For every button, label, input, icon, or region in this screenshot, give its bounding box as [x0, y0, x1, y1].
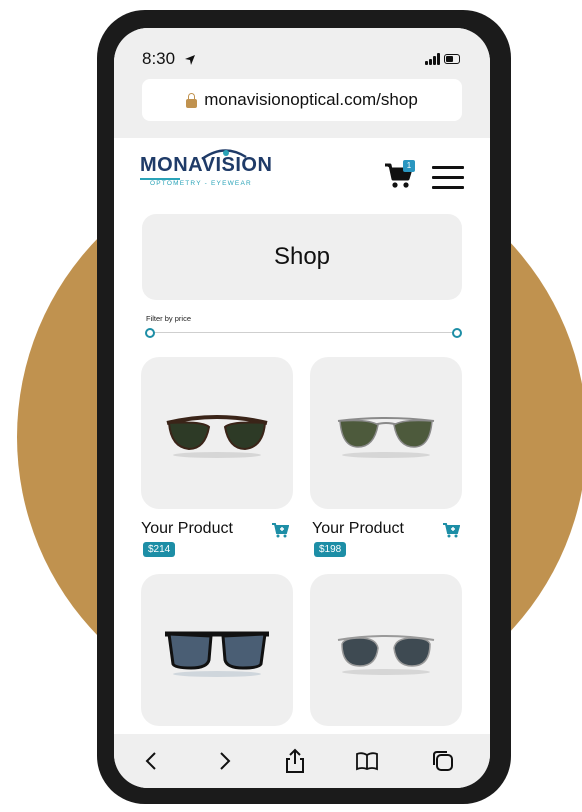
- logo-wordmark: MONAVISION: [140, 149, 272, 176]
- lock-icon: [186, 92, 198, 108]
- phone-screen: 8:30 monavisionoptical.com/shop MONAVISI…: [114, 28, 490, 788]
- share-icon: [286, 748, 304, 773]
- price-slider-track[interactable]: [149, 332, 458, 333]
- shop-banner: Shop: [142, 214, 462, 300]
- status-icons: [425, 53, 460, 65]
- back-icon: [145, 752, 156, 770]
- time-text: 8:30: [142, 49, 176, 68]
- product-card[interactable]: [141, 574, 293, 726]
- bookmarks-button[interactable]: [354, 748, 380, 774]
- status-time: 8:30: [142, 49, 196, 69]
- price-slider-min-handle[interactable]: [145, 328, 155, 338]
- cart-count-badge: 1: [403, 160, 415, 172]
- price-slider-max-handle[interactable]: [452, 328, 462, 338]
- menu-icon: [432, 166, 464, 189]
- filter-label: Filter by price: [146, 314, 192, 323]
- back-button[interactable]: [138, 748, 164, 774]
- location-arrow-icon: [184, 54, 195, 65]
- product-name[interactable]: Your Product: [312, 520, 404, 538]
- url-text: monavisionoptical.com/shop: [204, 90, 418, 109]
- product-price: $214: [143, 542, 176, 557]
- product-card[interactable]: [310, 574, 462, 726]
- product-image: [337, 417, 435, 458]
- product-price: $198: [314, 542, 347, 557]
- tabs-icon: [433, 751, 453, 771]
- product-image: [165, 631, 269, 677]
- logo[interactable]: MONAVISION OPTOMETRY - EYEWEAR: [140, 149, 272, 187]
- cart-button[interactable]: 1: [384, 160, 415, 189]
- logo-eye-arc: [201, 149, 247, 161]
- browser-bottom-bar: [114, 734, 490, 788]
- page-title: Shop: [273, 243, 331, 270]
- menu-button[interactable]: [432, 166, 464, 196]
- logo-mona: MONA: [140, 154, 202, 176]
- add-to-cart-icon[interactable]: [442, 522, 460, 538]
- signal-icon: [425, 53, 440, 65]
- product-card[interactable]: [141, 357, 293, 509]
- battery-icon: [444, 54, 460, 64]
- product-image: [337, 635, 435, 675]
- forward-button[interactable]: [212, 748, 238, 774]
- forward-icon: [220, 752, 231, 770]
- logo-underline: [140, 178, 180, 180]
- browser-top-bar: 8:30 monavisionoptical.com/shop: [114, 28, 490, 138]
- product-image: [166, 415, 268, 458]
- bookmarks-icon: [356, 752, 378, 771]
- logo-tagline: OPTOMETRY - EYEWEAR: [150, 180, 252, 187]
- add-to-cart-icon[interactable]: [271, 522, 289, 538]
- product-name[interactable]: Your Product: [141, 520, 233, 538]
- url-bar[interactable]: monavisionoptical.com/shop: [142, 79, 462, 121]
- share-button[interactable]: [282, 748, 308, 774]
- tabs-button[interactable]: [430, 748, 456, 774]
- product-card[interactable]: [310, 357, 462, 509]
